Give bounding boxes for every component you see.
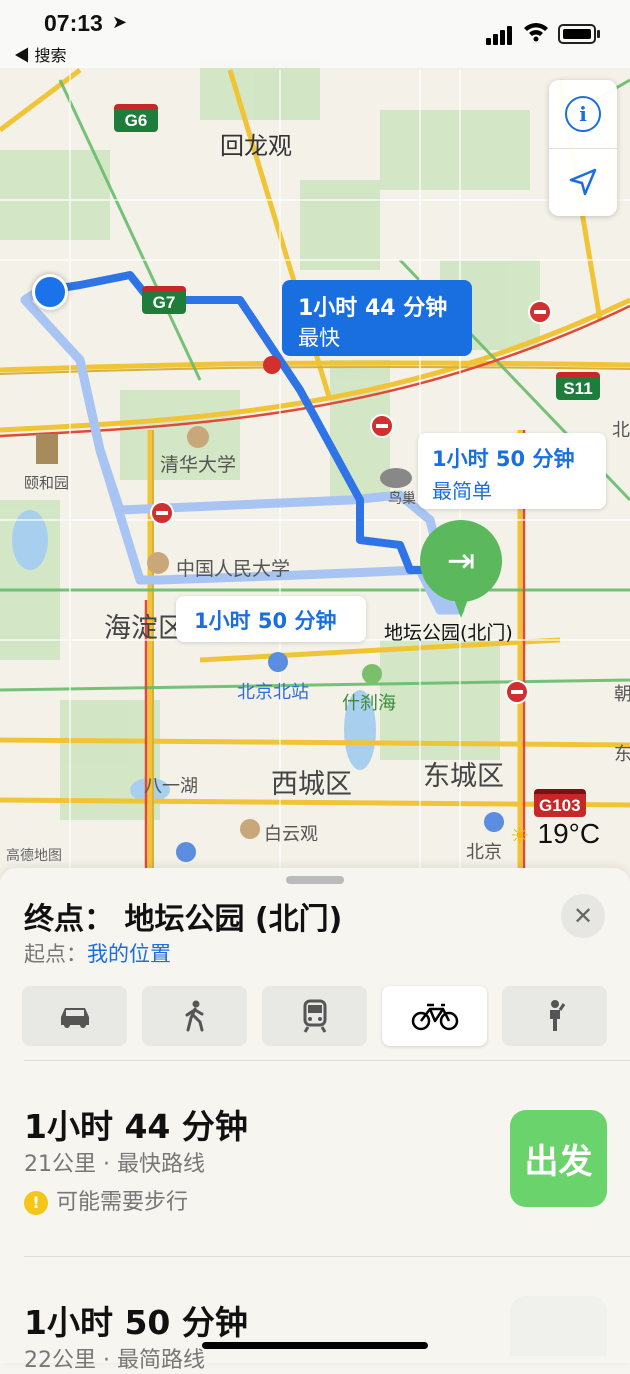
weather-badge: ☀ 19°C [510,818,600,850]
warning-icon: ! [24,1191,48,1215]
map-label-haidian: 海淀区 [104,613,185,644]
back-to-search-link[interactable]: ◀ 搜索 [14,42,66,66]
walking-icon [185,1000,203,1032]
university-icon [187,426,209,448]
bicycle-icon [411,1003,458,1031]
mode-walking-button[interactable] [142,986,247,1046]
highway-shield-s11: S11 [556,372,600,400]
sheet-grabber[interactable] [286,876,344,884]
go-button[interactable]: 出发 [510,1110,607,1207]
route-callout-fastest[interactable]: 1小时 44 分钟 最快 [282,280,472,356]
metro-icon-2 [484,812,504,832]
weather-temp: 19°C [537,818,601,849]
battery-icon [558,24,600,44]
car-icon [60,1008,89,1028]
origin-line: 起点：我的位置 [24,938,171,968]
route-option-1[interactable]: 1小时 44 分钟 21公里 · 最快路线 ! 可能需要步行 出发 [0,1060,630,1256]
no-entry-icon [528,300,552,324]
train-station-icon [268,652,288,672]
mode-cycling-button[interactable] [382,986,487,1046]
status-time: 07:13 [44,10,103,36]
no-entry-icon [370,414,394,438]
map-label-tsinghua[interactable]: 清华大学 [160,450,236,477]
highway-shield-g6: G6 [114,104,158,132]
stadium-icon [380,468,412,488]
map-label-beijing-north-station[interactable]: 北京北站 [237,678,309,704]
map-label-dongcheng: 东城区 [423,761,504,792]
university-icon-2 [147,552,169,574]
origin-label: 起点： [24,942,87,966]
route-warning: ! 可能需要步行 [24,1184,188,1216]
route-callout-tag: 最快 [298,326,340,350]
map-label-xicheng: 西城区 [271,769,352,800]
mode-ride-share-button[interactable] [502,986,607,1046]
route-warning-text: 可能需要步行 [56,1190,189,1215]
wifi-icon [524,23,548,42]
map-attribution[interactable]: 高德地图 [6,845,62,865]
route-duration: 1小时 50 分钟 [24,1303,248,1342]
temple-icon [240,819,260,839]
route-details: 22公里 · 最简路线 [24,1348,205,1373]
destination-title: 终点： 地坛公园 (北门) [24,902,343,937]
route-callout-tag: 最简单 [432,479,492,503]
map-label-summer-palace[interactable]: 颐和园 [24,472,69,493]
map-label-niaochao[interactable]: 鸟巢 [388,488,416,508]
train-icon [303,999,326,1033]
route-option-2[interactable]: 1小时 50 分钟 22公里 · 最简路线 [0,1256,630,1373]
park-icon [362,664,382,684]
close-icon: ✕ [572,902,594,930]
no-entry-icon [505,680,529,704]
map-label-baiyunguan[interactable]: 白云观 [264,820,318,846]
metro-icon [176,842,196,862]
location-services-icon: ➤ [112,12,128,33]
map-info-button[interactable]: i [549,80,617,148]
track-location-button[interactable] [549,148,617,216]
mode-transit-button[interactable] [262,986,367,1046]
route-callout-time: 1小时 50 分钟 [194,609,337,633]
sun-icon: ☀ [510,823,530,848]
transport-mode-selector [22,986,608,1048]
bike-restriction-icon [263,356,281,374]
map-controls: i [549,80,617,216]
route-duration: 1小时 44 分钟 [24,1107,248,1146]
route-callout-alternate[interactable]: 1小时 50 分钟 [176,596,366,642]
mode-driving-button[interactable] [22,986,127,1046]
go-button-partial[interactable] [510,1296,607,1356]
map-label-renmin-university[interactable]: 中国人民大学 [176,554,290,581]
navigation-arrow-icon [569,168,597,196]
route-callout-simplest[interactable]: 1小时 50 分钟 最简单 [418,433,606,509]
highway-shield-g7: G7 [142,286,186,314]
map-label-huilongguan: 回龙观 [220,132,292,160]
map-label-chao: 朝 [614,684,630,705]
pagoda-icon [36,434,58,464]
route-callout-time: 1小时 44 分钟 [298,296,448,321]
current-location-marker[interactable] [32,274,68,310]
destination-pin[interactable]: ⇥ [420,520,502,602]
map-label-bei: 北 [612,420,630,441]
route-callout-time: 1小时 50 分钟 [432,447,575,471]
cellular-signal-icon [486,26,514,45]
map-label-dong: 东 [614,744,630,765]
home-indicator[interactable] [202,1342,428,1349]
close-button[interactable]: ✕ [561,894,605,938]
map-label-bayihu: 八一湖 [144,776,198,797]
ride-share-icon [549,1000,565,1031]
origin-value-link[interactable]: 我的位置 [87,942,171,966]
directions-sheet: 终点： 地坛公园 (北门) 起点：我的位置 ✕ 1小时 44 分钟 21公里 ·… [0,868,630,1373]
info-icon: i [565,96,601,132]
route-details: 21公里 · 最快路线 [24,1152,205,1177]
arrow-enter-icon: ⇥ [446,541,476,581]
no-entry-icon [150,501,174,525]
highway-shield-g103: G103 [534,789,586,817]
status-bar: 07:13 ➤ ◀ 搜索 [0,0,630,68]
map-label-ditan-park[interactable]: 地坛公园(北门) [384,618,513,645]
map-label-shichahai[interactable]: 什刹海 [342,689,396,715]
kunming-lake [12,510,48,570]
map-label-beijing: 北京 [466,842,502,863]
